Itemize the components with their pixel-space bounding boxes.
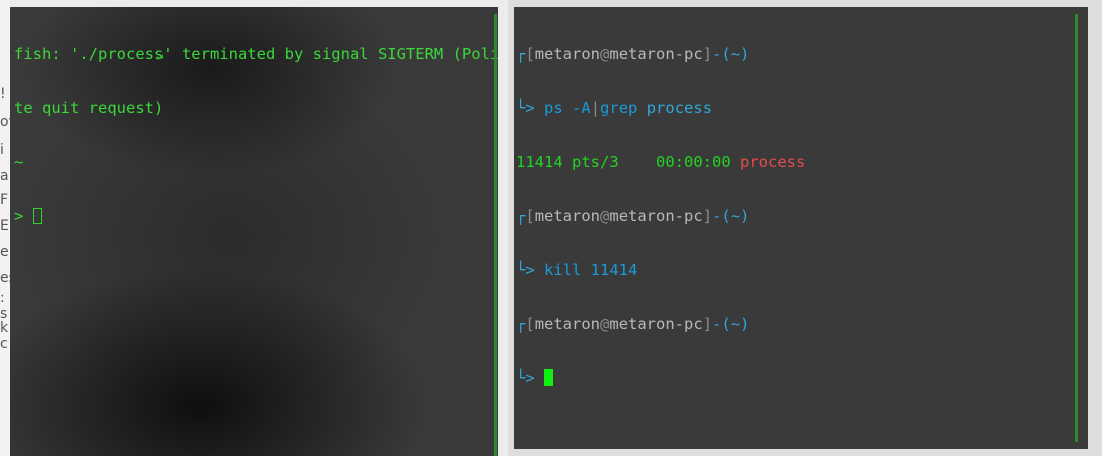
cursor	[544, 369, 553, 386]
right-terminal-window[interactable]: ┌[metaron@metaron-pc]-(~) └> ps -A|grep …	[514, 7, 1088, 449]
right-terminal-output: ┌[metaron@metaron-pc]-(~) └> ps -A|grep …	[516, 9, 805, 423]
left-terminal-window[interactable]: fish: './process' terminated by signal S…	[10, 7, 499, 456]
prompt-symbol: >	[14, 207, 33, 225]
prompt-header-line: ┌[metaron@metaron-pc]-(~)	[516, 45, 750, 63]
left-terminal-output: fish: './process' terminated by signal S…	[14, 9, 499, 261]
cursor	[32, 208, 42, 224]
background-window-sliver: ! ov i a F E e es : s k c	[0, 0, 10, 456]
prompt-header-line: ┌[metaron@metaron-pc]-(~)	[516, 315, 750, 333]
bg-text-fragment: !	[0, 86, 6, 102]
bg-text-fragment: k	[0, 320, 9, 336]
tilde-line: ~	[14, 153, 24, 171]
bg-text-fragment: a	[0, 168, 9, 184]
bg-text-fragment: es	[0, 270, 10, 286]
return-icon: ↵	[156, 49, 164, 63]
bg-text-fragment: :	[0, 290, 5, 306]
bg-text-fragment: c	[0, 336, 8, 352]
bg-text-fragment: e	[0, 244, 9, 260]
command-line: └> ps -A|grep process	[516, 99, 713, 117]
active-prompt-line[interactable]: └>	[516, 369, 805, 387]
left-terminal-scrollbar[interactable]	[494, 14, 497, 456]
bg-text-fragment: ov	[0, 114, 10, 130]
error-message-line: te quit request)	[14, 99, 164, 117]
right-terminal-scrollbar[interactable]	[1075, 14, 1078, 442]
bg-text-fragment: F	[0, 192, 9, 208]
prompt-header-line: ┌[metaron@metaron-pc]-(~)	[516, 207, 750, 225]
process-output-line: 11414 pts/3 00:00:00 process	[516, 153, 806, 171]
prompt-line[interactable]: >	[14, 207, 499, 225]
error-message-line: fish: './process' terminated by signal S…	[14, 45, 500, 63]
command-line: └> kill 11414	[516, 261, 638, 279]
bg-text-fragment: E	[0, 218, 9, 234]
bg-text-fragment: i	[0, 142, 4, 158]
